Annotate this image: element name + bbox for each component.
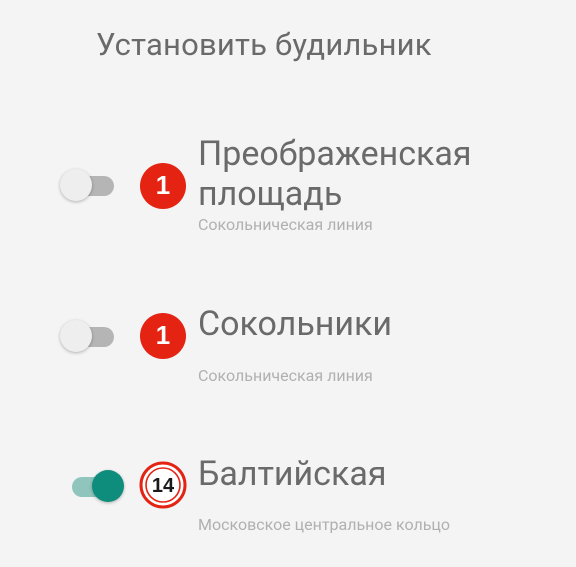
toggle-thumb: [60, 169, 92, 201]
alarm-screen: Установить будильник 1 Преображенская пл…: [0, 0, 576, 567]
line-number: 1: [156, 320, 170, 350]
page-title: Установить будильник: [96, 26, 432, 63]
line-number: 14: [152, 475, 175, 497]
metro-line-1-icon: 1: [140, 163, 186, 209]
alarm-toggle-sokolniki[interactable]: [60, 319, 116, 355]
alarm-toggle-baltiyskaya[interactable]: [72, 469, 124, 505]
toggle-thumb: [60, 320, 92, 352]
alarm-toggle-preobrazhenskaya[interactable]: [60, 168, 116, 204]
toggle-thumb: [92, 470, 124, 502]
station-name: Преображенская площадь: [198, 134, 472, 214]
metro-line-1-icon: 1: [140, 313, 186, 359]
line-name: Сокольническая линия: [198, 366, 373, 385]
line-name: Сокольническая линия: [198, 215, 373, 234]
line-number: 1: [156, 170, 170, 200]
station-name: Сокольники: [198, 304, 393, 344]
station-name: Балтийская: [198, 454, 387, 494]
mcc-line-14-icon: 14: [139, 461, 187, 509]
line-name: Московское центральное кольцо: [198, 515, 451, 534]
